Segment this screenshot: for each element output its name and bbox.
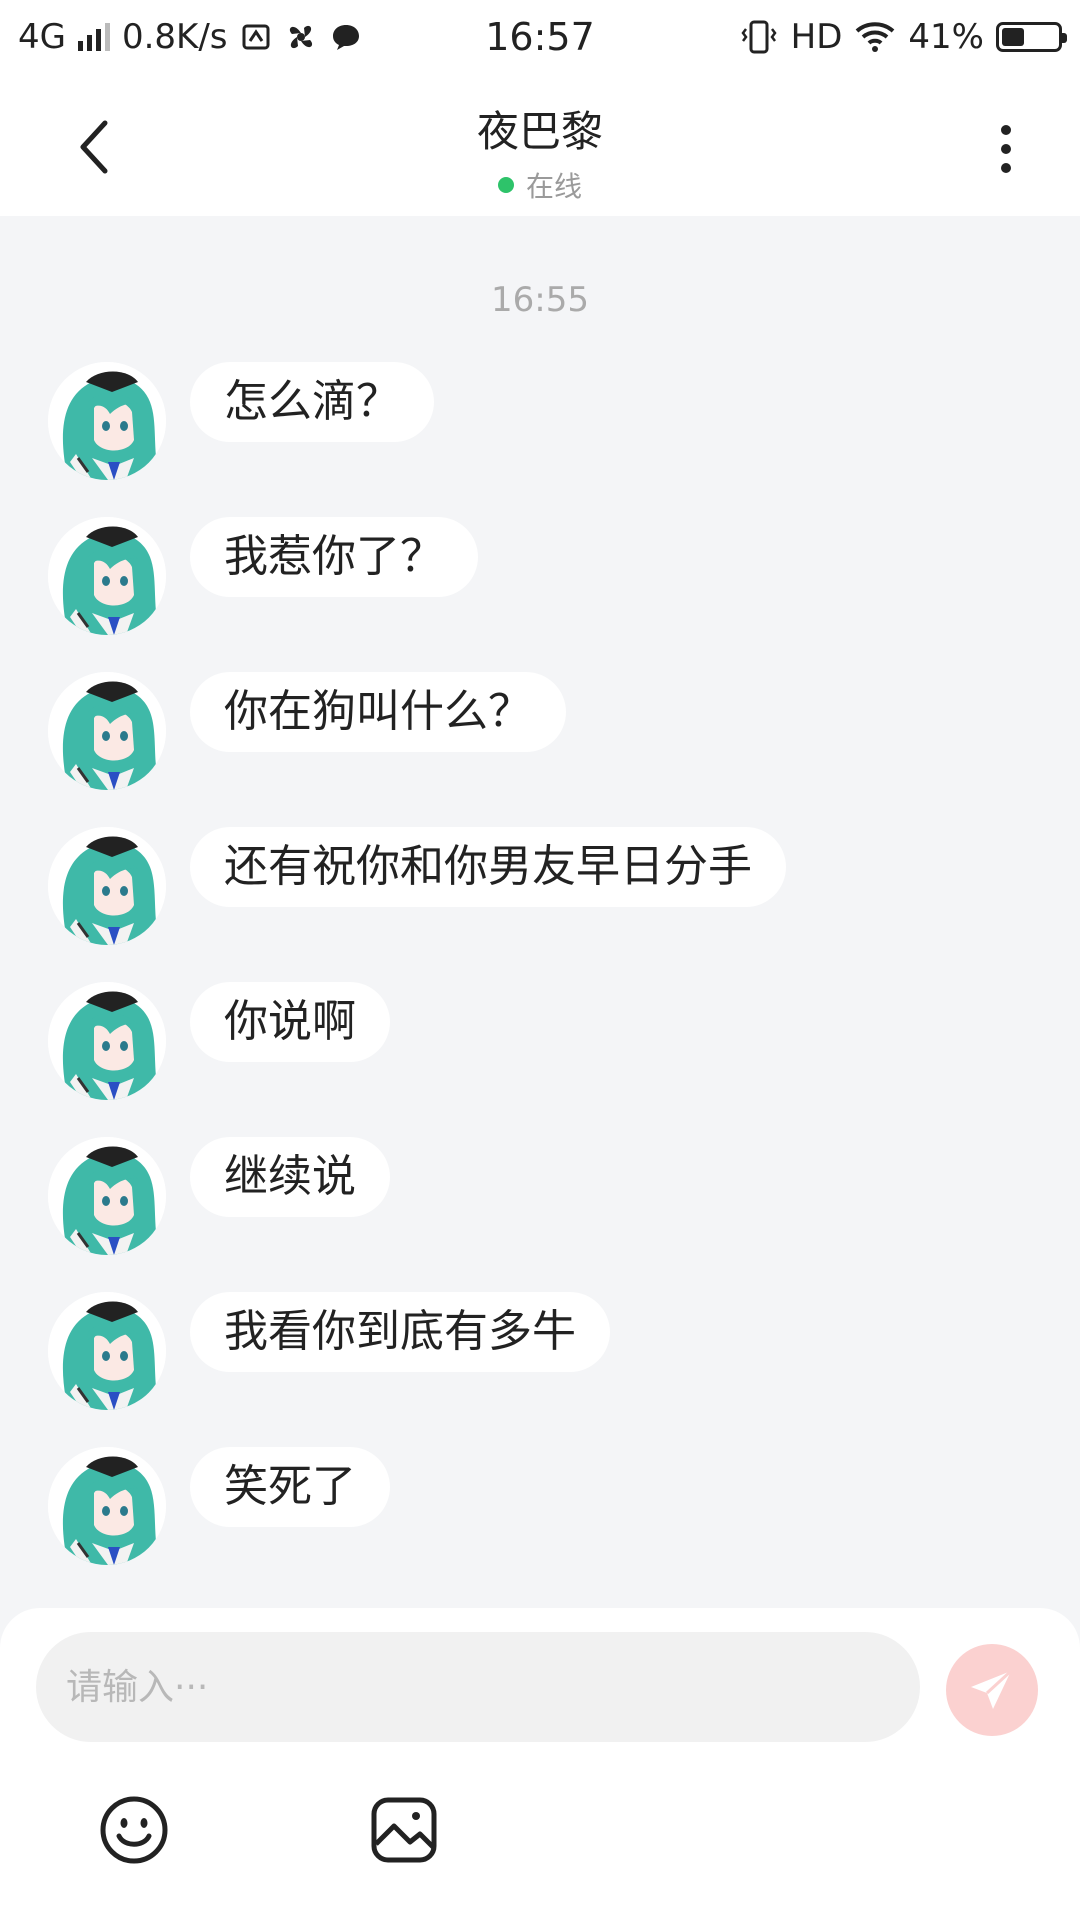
battery-icon [996, 22, 1067, 52]
chat-header: 夜巴黎 在线 [0, 74, 1080, 216]
message-bubble[interactable]: 你在狗叫什么？ [190, 672, 566, 752]
message-row: 我惹你了？ [48, 517, 478, 635]
message-bubble[interactable]: 还有祝你和你男友早日分手 [190, 827, 786, 907]
message-row: 笑死了 [48, 1447, 390, 1565]
message-row: 继续说 [48, 1137, 390, 1255]
avatar[interactable] [48, 982, 166, 1100]
dot-icon [1001, 144, 1011, 154]
message-row: 还有祝你和你男友早日分手 [48, 827, 786, 945]
message-row: 我看你到底有多牛 [48, 1292, 610, 1410]
status-right: HD 41% [739, 17, 1067, 57]
message-row: 怎么滴？ [48, 362, 434, 480]
hd-indicator: HD [790, 17, 843, 57]
message-list[interactable]: 16:55 怎么滴？ 我惹你了？ 你在狗叫什么？ 还有祝你和你男友早日分手 你说… [0, 216, 1080, 1608]
message-row: 你说啊 [48, 982, 390, 1100]
message-bubble[interactable]: 怎么滴？ [190, 362, 434, 442]
avatar[interactable] [48, 827, 166, 945]
avatar[interactable] [48, 362, 166, 480]
status-bar: 4G 0.8K/s 16:57 HD 41% [0, 0, 1080, 74]
image-button[interactable] [368, 1794, 440, 1866]
fan-icon [284, 20, 318, 54]
battery-fill [1002, 28, 1025, 46]
network-type: 4G [18, 17, 66, 57]
battery-percent: 41% [908, 17, 984, 57]
message-bubble[interactable]: 笑死了 [190, 1447, 390, 1527]
message-bubble[interactable]: 我看你到底有多牛 [190, 1292, 610, 1372]
send-icon [971, 1669, 1013, 1709]
vibrate-icon [739, 19, 779, 55]
message-icon [330, 21, 362, 53]
presence-label: 在线 [525, 170, 582, 203]
message-bubble[interactable]: 你说啊 [190, 982, 390, 1062]
signal-icon [77, 23, 110, 51]
avatar[interactable] [48, 1292, 166, 1410]
wifi-icon [854, 20, 896, 54]
message-timestamp: 16:55 [491, 280, 589, 320]
avatar[interactable] [48, 1137, 166, 1255]
message-input[interactable] [36, 1632, 920, 1742]
message-bubble[interactable]: 我惹你了？ [190, 517, 478, 597]
avatar[interactable] [48, 517, 166, 635]
message-row: 你在狗叫什么？ [48, 672, 566, 790]
online-dot-icon [497, 177, 514, 193]
dot-icon [1001, 125, 1011, 135]
send-button[interactable] [946, 1644, 1038, 1736]
dot-icon [1001, 163, 1011, 173]
avatar[interactable] [48, 672, 166, 790]
nfc-icon [240, 21, 272, 53]
network-speed: 0.8K/s [121, 17, 228, 57]
emoji-button[interactable] [98, 1794, 170, 1866]
image-icon [371, 1797, 437, 1863]
emoji-icon [100, 1796, 168, 1864]
message-bubble[interactable]: 继续说 [190, 1137, 390, 1217]
status-left: 4G 0.8K/s [18, 17, 362, 57]
composer [0, 1608, 1080, 1920]
chat-title: 夜巴黎 [476, 107, 603, 156]
more-options-button[interactable] [976, 114, 1036, 184]
title-block: 夜巴黎 在线 [0, 98, 1080, 205]
avatar[interactable] [48, 1447, 166, 1565]
presence-status: 在线 [497, 165, 582, 205]
